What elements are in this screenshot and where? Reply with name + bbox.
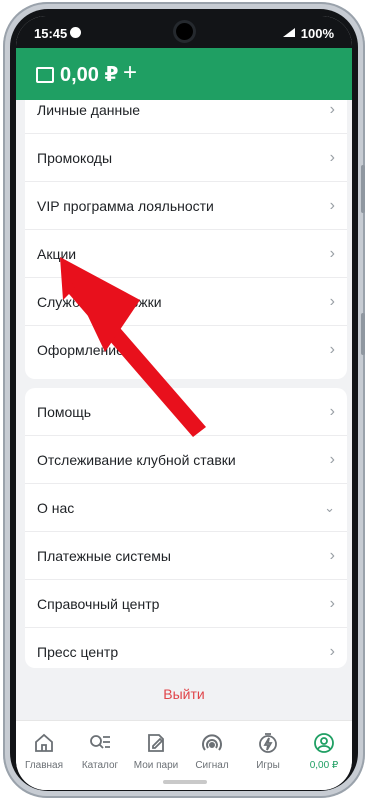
nav-label: Сигнал xyxy=(195,760,229,771)
chevron-right-icon: › xyxy=(329,340,335,358)
menu-card-account: Личные данные › Промокоды › VIP программ… xyxy=(25,100,347,379)
menu-item-label: Личные данные xyxy=(37,101,141,118)
nav-label: Каталог xyxy=(81,760,119,771)
menu-item-label: Служба поддержки xyxy=(37,293,162,310)
profile-menu-content[interactable]: Личные данные › Промокоды › VIP программ… xyxy=(16,100,352,720)
menu-item-label: О нас xyxy=(37,499,75,516)
power-button xyxy=(361,313,365,355)
deposit-plus-button[interactable]: + xyxy=(123,59,137,87)
chevron-right-icon: › xyxy=(329,292,335,310)
chevron-right-icon: › xyxy=(329,148,335,166)
chevron-right-icon: › xyxy=(329,546,335,564)
menu-item-label: Пресс центр xyxy=(37,643,119,660)
catalog-search-icon xyxy=(72,731,128,755)
nav-label: Главная xyxy=(24,760,64,771)
status-bar: 15:45 100% xyxy=(16,16,352,48)
phone-screen: 15:45 100% 0,00 ₽ + Личные данные › Пром… xyxy=(16,16,352,790)
menu-item-appearance[interactable]: Оформление › xyxy=(25,326,347,373)
front-camera xyxy=(176,23,193,40)
nav-catalog[interactable]: Каталог xyxy=(72,721,128,790)
home-indicator xyxy=(163,780,207,784)
nav-label: 0,00 ₽ xyxy=(309,760,339,771)
menu-item-label: Справочный центр xyxy=(37,595,160,612)
menu-item-payment-systems[interactable]: Платежные системы › xyxy=(25,532,347,580)
status-time: 15:45 xyxy=(34,26,68,41)
status-right: 100% xyxy=(282,26,334,41)
menu-item-label: VIP программа лояльности xyxy=(37,197,214,214)
chevron-right-icon: › xyxy=(329,642,335,660)
menu-item-club-bet-tracking[interactable]: Отслеживание клубной ставки › xyxy=(25,436,347,484)
menu-item-promotions[interactable]: Акции › xyxy=(25,230,347,278)
wallet-icon[interactable] xyxy=(36,67,54,83)
menu-item-label: Платежные системы xyxy=(37,547,171,564)
chevron-right-icon: › xyxy=(329,450,335,468)
logout-button[interactable]: Выйти xyxy=(16,686,352,702)
home-icon xyxy=(16,731,72,755)
balance-amount[interactable]: 0,00 ₽ xyxy=(60,62,118,87)
nav-label: Игры xyxy=(256,760,280,771)
chevron-right-icon: › xyxy=(329,594,335,612)
menu-item-vip-program[interactable]: VIP программа лояльности › xyxy=(25,182,347,230)
games-bolt-icon xyxy=(240,731,296,755)
chevron-down-icon: ⌄ xyxy=(324,499,335,515)
menu-item-label: Промокоды xyxy=(37,149,113,166)
nav-games[interactable]: Игры xyxy=(240,721,296,790)
phone-frame: 15:45 100% 0,00 ₽ + Личные данные › Пром… xyxy=(3,2,365,798)
menu-item-label: Помощь xyxy=(37,403,92,420)
menu-item-press-center[interactable]: Пресс центр › xyxy=(25,628,347,668)
menu-item-help-center[interactable]: Справочный центр › xyxy=(25,580,347,628)
menu-item-label: Отслеживание клубной ставки xyxy=(37,451,236,468)
menu-item-help[interactable]: Помощь › xyxy=(25,388,347,436)
menu-item-support[interactable]: Служба поддержки › xyxy=(25,278,347,326)
nav-label: Мои пари xyxy=(133,760,179,771)
nav-home[interactable]: Главная xyxy=(16,721,72,790)
chevron-right-icon: › xyxy=(329,244,335,262)
chevron-right-icon: › xyxy=(329,100,335,118)
menu-item-promocodes[interactable]: Промокоды › xyxy=(25,134,347,182)
nav-profile[interactable]: 0,00 ₽ xyxy=(296,721,352,790)
balance-header: 0,00 ₽ + xyxy=(16,48,352,100)
bet-ticket-icon xyxy=(128,731,184,755)
battery-percentage: 100% xyxy=(300,26,334,41)
volume-button xyxy=(361,165,365,213)
notification-icon xyxy=(70,27,81,38)
menu-item-label: Оформление xyxy=(37,341,124,358)
profile-icon xyxy=(296,731,352,755)
chevron-right-icon: › xyxy=(329,196,335,214)
chevron-right-icon: › xyxy=(329,402,335,420)
menu-item-personal-data[interactable]: Личные данные › xyxy=(25,100,347,134)
signal-icon xyxy=(184,731,240,755)
menu-item-label: Акции xyxy=(37,245,77,262)
signal-strength-icon xyxy=(282,26,296,41)
menu-card-info: Помощь › Отслеживание клубной ставки › О… xyxy=(25,388,347,668)
menu-item-about-us[interactable]: О нас ⌄ xyxy=(25,484,347,532)
